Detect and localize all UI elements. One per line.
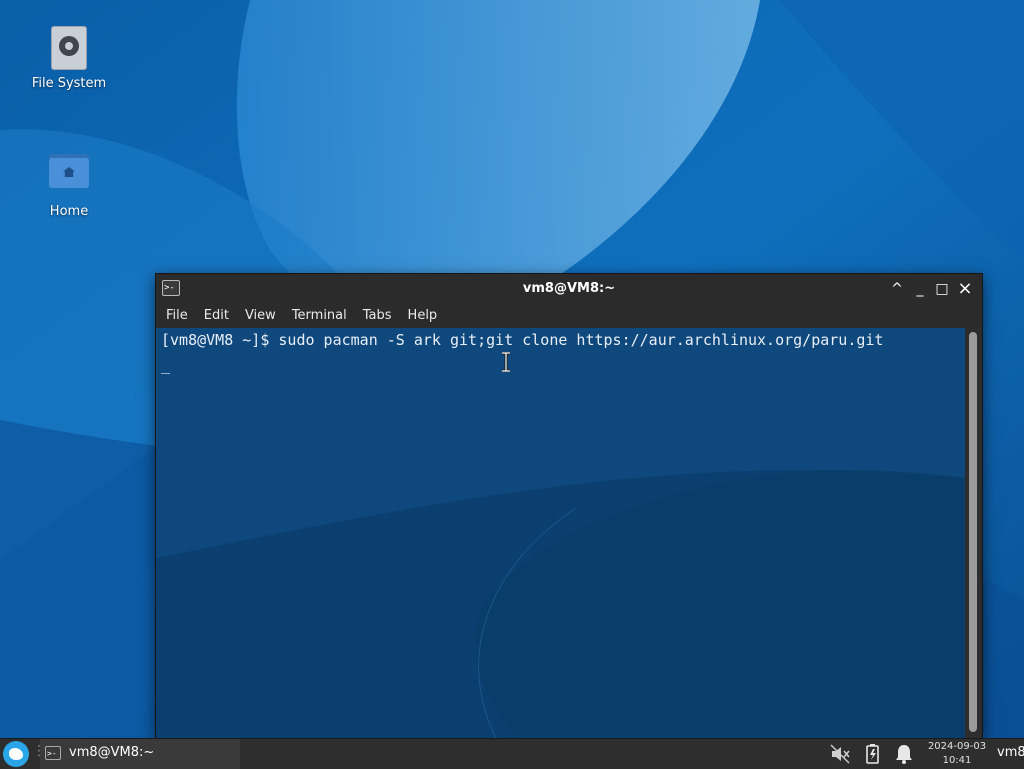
menu-view[interactable]: View	[239, 305, 282, 323]
terminal-app-icon: >-	[45, 746, 61, 760]
clock[interactable]: 2024-09-03 10:41	[922, 739, 992, 768]
user-menu[interactable]: vm8	[997, 745, 1024, 760]
menu-tabs[interactable]: Tabs	[357, 305, 398, 323]
drive-harddisk-icon	[49, 26, 89, 70]
application-menu-button[interactable]	[3, 741, 29, 767]
terminal-window[interactable]: >- vm8@VM8:~ ^ _ □ × File Edit View Termina…	[155, 273, 983, 740]
minimize-button[interactable]: _	[910, 279, 930, 299]
menu-bar: File Edit View Terminal Tabs Help	[156, 304, 982, 328]
terminal-command-line: [vm8@VM8 ~]$ sudo pacman -S ark git;git …	[161, 331, 884, 349]
clock-time: 10:41	[942, 755, 972, 766]
scrollbar-thumb[interactable]	[969, 332, 977, 732]
window-titlebar[interactable]: >- vm8@VM8:~ ^ _ □ ×	[156, 274, 982, 304]
menu-terminal[interactable]: Terminal	[286, 305, 353, 323]
terminal-background	[156, 328, 965, 738]
text-cursor-icon	[502, 352, 510, 372]
taskbar-item-terminal[interactable]: >- vm8@VM8:~	[40, 739, 240, 769]
notification-bell-icon[interactable]	[893, 743, 915, 765]
home-folder-icon	[49, 154, 89, 198]
muted-speaker-icon[interactable]	[829, 743, 851, 765]
desktop-icon-home[interactable]: Home	[14, 148, 124, 219]
terminal-scrollbar[interactable]	[965, 328, 982, 738]
desktop-icon-label: File System	[31, 76, 107, 91]
taskbar: ⋮ >- vm8@VM8:~ 2024-09-03 10:41 vm8	[0, 738, 1024, 769]
clock-date: 2024-09-03	[927, 741, 987, 752]
menu-edit[interactable]: Edit	[198, 305, 235, 323]
menu-help[interactable]: Help	[402, 305, 444, 323]
close-button[interactable]: ×	[955, 279, 975, 299]
desktop-icon-file-system[interactable]: File System	[14, 26, 124, 91]
taskbar-item-label: vm8@VM8:~	[69, 745, 155, 760]
battery-charging-icon[interactable]	[861, 743, 883, 765]
window-title: vm8@VM8:~	[522, 281, 616, 296]
desktop-icon-label: Home	[49, 204, 89, 219]
maximize-button[interactable]: □	[932, 279, 952, 299]
terminal-cursor-line: _	[161, 356, 171, 374]
menu-file[interactable]: File	[160, 305, 194, 323]
terminal-output[interactable]: [vm8@VM8 ~]$ sudo pacman -S ark git;git …	[156, 328, 965, 738]
shade-button[interactable]: ^	[887, 279, 907, 299]
